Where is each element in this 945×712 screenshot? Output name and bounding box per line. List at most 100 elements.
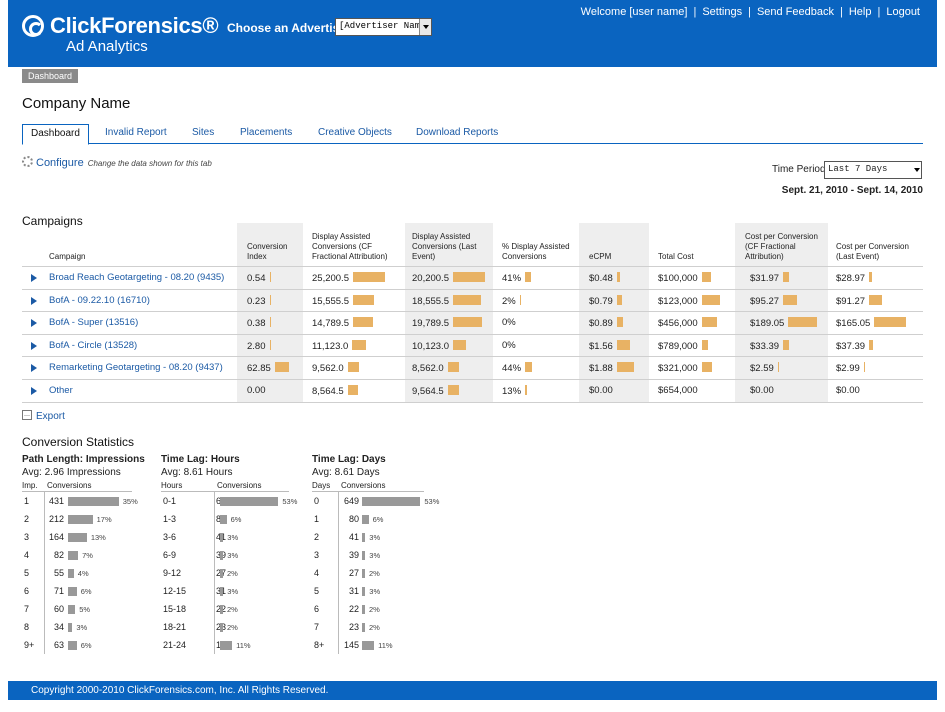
stats-row: 1-3 80 6% xyxy=(161,514,301,532)
stats-col-header: Hours xyxy=(161,481,183,490)
tab-creative-objects[interactable]: Creative Objects xyxy=(318,124,392,144)
value-bar xyxy=(269,317,271,328)
header-assisted-last[interactable]: Display Assisted Conversions (Last Event… xyxy=(412,223,492,265)
table-cell: $0.00 xyxy=(836,385,860,397)
stats-bar xyxy=(220,587,224,596)
stats-row-count: 23 xyxy=(216,622,226,632)
expand-row-icon[interactable] xyxy=(31,364,37,373)
tab-bar: Dashboard Invalid Report Sites Placement… xyxy=(22,124,923,145)
advertiser-select-value: [Advertiser Name] xyxy=(339,21,431,31)
chevron-down-icon[interactable] xyxy=(419,19,431,35)
stats-row: 6-9 393% xyxy=(161,550,301,568)
tab-download-reports[interactable]: Download Reports xyxy=(416,124,498,144)
stats-row-label: 7 xyxy=(24,604,30,614)
stats-row-count: 63 xyxy=(53,640,64,650)
table-cell: $100,000 xyxy=(658,272,711,284)
table-cell: $1.88 xyxy=(589,362,635,374)
stats-row-percent: 11% xyxy=(378,641,393,650)
header-percent-assisted[interactable]: % Display Assisted Conversions xyxy=(502,223,580,265)
tab-invalid-report[interactable]: Invalid Report xyxy=(105,124,167,144)
help-link[interactable]: Help xyxy=(849,6,872,18)
breadcrumb-dashboard[interactable]: Dashboard xyxy=(22,69,78,83)
stats-row-count: 41 xyxy=(216,532,226,542)
campaign-name-link[interactable]: Remarketing Geotargeting - 08.20 (9437) xyxy=(49,362,223,373)
header-cpc-cf[interactable]: Cost per Conversion (CF Fractional Attri… xyxy=(745,223,830,265)
stats-row: 9+ 63 6% xyxy=(22,640,162,658)
campaign-name-link[interactable]: BofA - Super (13516) xyxy=(49,317,138,328)
cell-value: $31.97 xyxy=(750,273,780,284)
value-bar xyxy=(525,272,532,282)
logout-link[interactable]: Logout xyxy=(886,6,920,18)
value-bar xyxy=(616,317,623,328)
table-cell: $91.27 xyxy=(836,294,882,307)
header-campaign[interactable]: Campaign xyxy=(49,223,199,265)
export-button[interactable]: Export xyxy=(22,410,65,422)
expand-row-icon[interactable] xyxy=(31,387,37,395)
stats-panel-average: Avg: 2.96 Impressions xyxy=(22,467,121,478)
stats-row-percent: 53% xyxy=(424,497,440,506)
gear-icon[interactable] xyxy=(22,156,33,167)
stats-bar xyxy=(220,551,224,560)
table-row: BofA - Circle (13528) 2.80 11,123.0 10,123.… xyxy=(22,333,923,356)
table-cell: 2.80 xyxy=(247,339,271,352)
header-cpc-last[interactable]: Cost per Conversion (Last Event) xyxy=(836,223,923,265)
campaign-name-link[interactable]: Other xyxy=(49,385,73,396)
tab-placements[interactable]: Placements xyxy=(240,124,292,144)
stats-bar xyxy=(68,533,87,542)
stats-row-label: 3 xyxy=(314,550,320,560)
stats-row-label: 6-9 xyxy=(163,550,177,560)
cell-value: $189.05 xyxy=(750,318,785,330)
campaign-name-link[interactable]: BofA - 09.22.10 (16710) xyxy=(49,295,150,306)
configure-link[interactable]: Configure xyxy=(36,157,84,169)
stats-row: 2 41 3% xyxy=(312,532,452,550)
header-assisted-cf[interactable]: Display Assisted Conversions (CF Fractio… xyxy=(312,223,400,265)
table-row: Broad Reach Geotargeting - 08.20 (9435) 0… xyxy=(22,266,923,288)
stats-row: 7 60 5% xyxy=(22,604,162,622)
stats-bar xyxy=(68,551,79,560)
stats-panel-average: Avg: 8.61 Hours xyxy=(161,467,233,478)
table-cell: 11,123.0 xyxy=(312,339,366,352)
time-period-select[interactable]: Last 7 Days xyxy=(824,161,922,179)
tab-sites[interactable]: Sites xyxy=(192,124,214,144)
cell-value: 8,562.0 xyxy=(412,363,444,375)
stats-col-header: Days xyxy=(312,481,331,490)
stats-bar xyxy=(362,569,365,578)
stats-row-count: 31 xyxy=(348,586,359,596)
stats-col-header: Conversions xyxy=(217,481,262,490)
stats-bar xyxy=(362,605,365,614)
cell-value: 9,564.5 xyxy=(412,386,444,397)
expand-row-icon[interactable] xyxy=(31,296,37,305)
table-cell: $789,000 xyxy=(658,339,708,352)
table-cell: 0.00 xyxy=(247,385,266,397)
advertiser-select[interactable]: [Advertiser Name] xyxy=(335,18,432,36)
campaign-name-link[interactable]: BofA - Circle (13528) xyxy=(49,340,137,351)
header-conversion-index[interactable]: Conversion Index xyxy=(247,223,302,265)
expand-row-icon[interactable] xyxy=(31,274,37,282)
stats-col-header: Imp. xyxy=(22,481,38,490)
stats-row: 1 431 35% xyxy=(22,496,162,514)
value-bar xyxy=(869,294,882,305)
header-ecpm[interactable]: eCPM xyxy=(589,223,644,265)
stats-row-percent: 2% xyxy=(227,605,238,614)
stats-bar xyxy=(220,533,224,542)
cell-value: 13% xyxy=(502,386,522,397)
value-bar xyxy=(525,362,532,373)
header-total-cost[interactable]: Total Cost xyxy=(658,223,728,265)
stats-row-count: 23 xyxy=(348,622,359,632)
expand-row-icon[interactable] xyxy=(31,319,37,328)
stats-row-count: 60 xyxy=(53,604,64,614)
cell-value: $0.48 xyxy=(589,273,613,284)
table-cell: 0.23 xyxy=(247,294,271,307)
value-bar xyxy=(352,317,374,328)
send-feedback-link[interactable]: Send Feedback xyxy=(757,6,834,18)
stats-row: 15-18 222% xyxy=(161,604,301,622)
campaign-name-link[interactable]: Broad Reach Geotargeting - 08.20 (9435) xyxy=(49,272,224,283)
stats-row: 3 164 13% xyxy=(22,532,162,550)
chevron-down-icon[interactable] xyxy=(914,168,920,172)
value-bar xyxy=(869,272,873,282)
expand-row-icon[interactable] xyxy=(31,341,37,350)
tab-dashboard[interactable]: Dashboard xyxy=(22,124,89,145)
stats-row: 9-12 272% xyxy=(161,568,301,586)
cell-value: 9,562.0 xyxy=(312,363,344,375)
settings-link[interactable]: Settings xyxy=(702,6,742,18)
